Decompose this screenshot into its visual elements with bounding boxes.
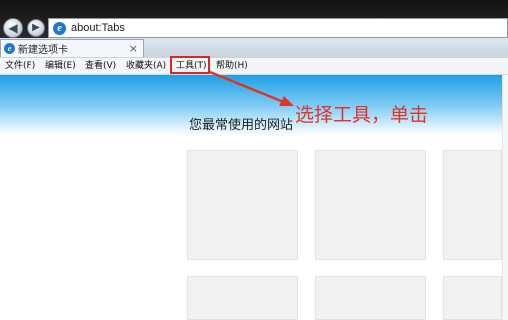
annotation-arrow (209, 70, 294, 106)
annotation-arrow-line (209, 70, 287, 105)
annotation-text: 选择工具，单击 (295, 104, 429, 126)
